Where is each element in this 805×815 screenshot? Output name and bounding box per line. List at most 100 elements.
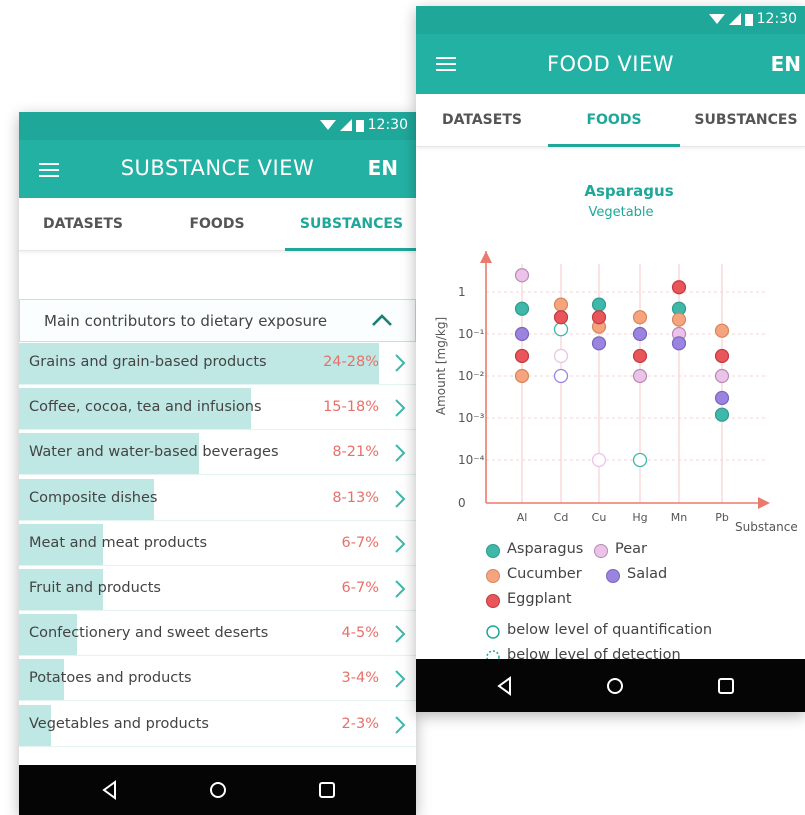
list-item-percentage: 8-21% <box>332 444 379 461</box>
list-item[interactable]: Composite dishes 8-13% <box>19 478 416 521</box>
y-tick-label: 10⁻¹ <box>458 327 485 341</box>
recents-icon[interactable] <box>715 675 737 697</box>
chevron-right-icon[interactable] <box>394 353 406 373</box>
data-point-cucumber-hg[interactable] <box>632 310 648 325</box>
list-item-percentage: 2-3% <box>341 715 379 732</box>
data-point-cucumber-mn[interactable] <box>671 312 687 327</box>
scatter-chart: Asparagus Vegetable Amount [mg/kg] Subst… <box>434 182 798 534</box>
food-view-screen: 12:30 FOOD VIEW EN DATASETS FOODS SUBSTA… <box>416 6 805 712</box>
list-item-label: Vegetables and products <box>29 715 209 732</box>
tab-foods[interactable]: FOODS <box>147 198 287 250</box>
data-point-asparagus-hg[interactable] <box>632 452 648 468</box>
data-point-pear-cu[interactable] <box>591 452 607 468</box>
list-item-label: Potatoes and products <box>29 670 192 687</box>
legend-swatch-loq <box>486 625 500 639</box>
home-icon[interactable] <box>604 675 626 697</box>
chevron-up-icon[interactable] <box>371 312 393 328</box>
status-bar: 12:30 <box>19 112 416 140</box>
data-point-pear-pb[interactable] <box>714 368 730 384</box>
legend-swatch-eggplant <box>486 594 500 608</box>
legend-swatch-cucumber <box>486 569 500 583</box>
legend-salad: Salad <box>627 566 668 582</box>
data-point-eggplant-al[interactable] <box>514 348 530 364</box>
data-point-salad-al[interactable] <box>514 326 530 342</box>
x-tick-label: Pb <box>715 511 729 524</box>
legend-swatch-pear <box>594 544 608 558</box>
legend-loq: below level of quantification <box>507 622 713 638</box>
data-point-pear-cd[interactable] <box>553 348 569 364</box>
chevron-right-icon[interactable] <box>394 669 406 689</box>
recents-icon[interactable] <box>316 779 338 801</box>
data-point-cucumber-pb[interactable] <box>714 323 730 338</box>
list-item[interactable]: Confectionery and sweet deserts 4-5% <box>19 614 416 657</box>
data-point-salad-hg[interactable] <box>632 326 648 342</box>
x-tick-label: Mn <box>671 511 687 524</box>
home-icon[interactable] <box>207 779 229 801</box>
data-point-eggplant-mn[interactable] <box>671 280 687 295</box>
x-tick-label: Al <box>517 511 528 524</box>
back-icon[interactable] <box>494 675 516 697</box>
list-item[interactable]: Water and water-based beverages 8-21% <box>19 433 416 476</box>
tab-substances[interactable]: SUBSTANCES <box>287 198 416 250</box>
section-title: Main contributors to dietary exposure <box>44 312 328 330</box>
tab-datasets[interactable]: DATASETS <box>19 198 147 250</box>
x-tick-label: Hg <box>632 511 647 524</box>
data-point-pear-hg[interactable] <box>632 368 648 384</box>
data-point-salad-pb[interactable] <box>714 390 730 406</box>
chevron-right-icon[interactable] <box>394 489 406 509</box>
legend-swatch-asparagus <box>486 544 500 558</box>
list-item-label: Water and water-based beverages <box>29 444 279 461</box>
list-item[interactable]: Meat and meat products 6-7% <box>19 523 416 566</box>
y-tick-label: 10⁻³ <box>458 411 485 425</box>
contributors-section-header[interactable]: Main contributors to dietary exposure <box>19 299 416 342</box>
list-item-label: Meat and meat products <box>29 534 208 551</box>
system-nav-bar <box>416 659 805 712</box>
list-item-percentage: 6-7% <box>341 534 379 551</box>
data-point-eggplant-cd[interactable] <box>553 310 569 325</box>
chevron-right-icon[interactable] <box>394 398 406 418</box>
list-item[interactable]: Grains and grain-based products 24-28% <box>19 343 416 385</box>
data-point-asparagus-cd[interactable] <box>553 322 569 337</box>
list-item[interactable]: Vegetables and products 2-3% <box>19 704 416 747</box>
status-time: 12:30 <box>367 117 408 133</box>
active-tab-indicator <box>285 248 416 251</box>
x-tick-label: Cu <box>592 511 607 524</box>
chevron-right-icon[interactable] <box>394 443 406 463</box>
list-item-percentage: 3-4% <box>341 670 379 687</box>
x-axis-label: Substance <box>735 520 798 534</box>
data-point-eggplant-cu[interactable] <box>591 310 607 325</box>
chevron-right-icon[interactable] <box>394 624 406 644</box>
language-switch[interactable]: EN <box>368 156 398 180</box>
chevron-right-icon[interactable] <box>394 534 406 554</box>
list-item-percentage: 15-18% <box>323 399 379 416</box>
list-item-label: Composite dishes <box>29 489 158 506</box>
data-point-salad-cd[interactable] <box>553 368 569 384</box>
list-item-percentage: 8-13% <box>332 489 379 506</box>
data-point-cucumber-cd[interactable] <box>553 297 569 312</box>
data-point-cucumber-al[interactable] <box>514 368 530 384</box>
list-item[interactable]: Coffee, cocoa, tea and infusions 15-18% <box>19 388 416 431</box>
data-point-asparagus-cu[interactable] <box>591 297 607 312</box>
data-point-pear-al[interactable] <box>514 268 530 283</box>
chevron-right-icon[interactable] <box>394 715 406 735</box>
chevron-right-icon[interactable] <box>394 579 406 599</box>
app-bar: SUBSTANCE VIEW EN <box>19 140 416 198</box>
data-point-salad-mn[interactable] <box>671 336 687 351</box>
wifi-icon <box>319 120 336 130</box>
list-item-label: Fruit and products <box>29 580 161 596</box>
data-point-salad-cu[interactable] <box>591 336 607 351</box>
x-tick-label: Cd <box>554 511 569 524</box>
list-item[interactable]: Potatoes and products 3-4% <box>19 659 416 702</box>
legend-cucumber: Cucumber <box>507 566 582 582</box>
list-item-percentage: 4-5% <box>341 625 379 642</box>
data-point-asparagus-al[interactable] <box>514 301 530 316</box>
page-title: SUBSTANCE VIEW <box>120 156 315 180</box>
data-point-eggplant-pb[interactable] <box>714 348 730 364</box>
list-item[interactable]: Fruit and products 6-7% <box>19 569 416 611</box>
data-point-eggplant-hg[interactable] <box>632 348 648 364</box>
back-icon[interactable] <box>99 779 121 801</box>
signal-icon <box>339 119 352 131</box>
data-point-asparagus-pb[interactable] <box>714 407 730 422</box>
chart-subtitle: Vegetable <box>588 205 653 220</box>
chart-title: Asparagus <box>584 182 673 200</box>
